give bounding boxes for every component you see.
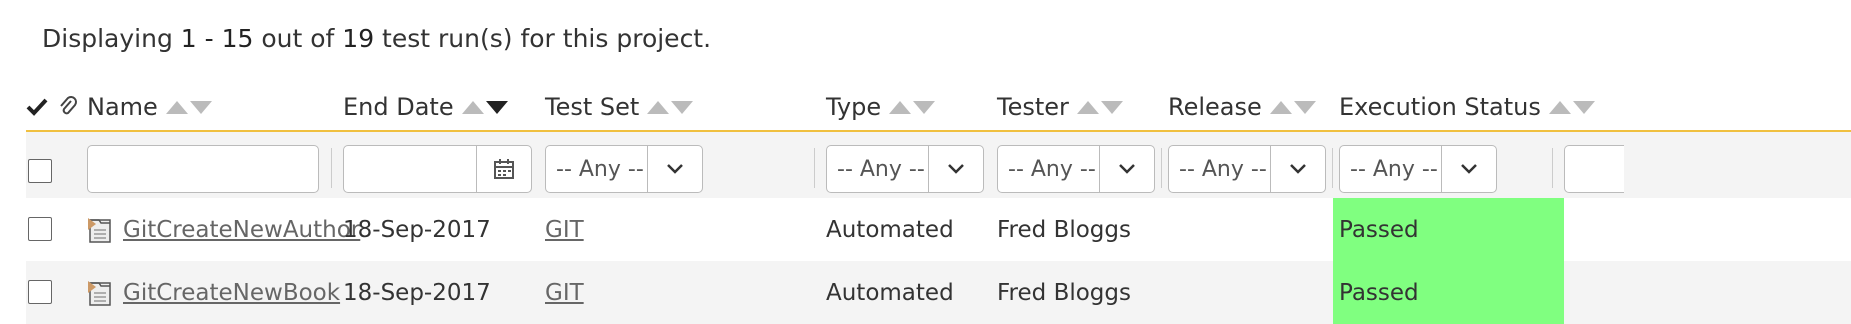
test-set-cell: GIT [545,198,584,261]
sort-asc-icon[interactable] [1548,100,1571,114]
results-summary: Displaying 1 - 15 out of 19 test run(s) … [42,24,712,53]
column-header-end-date[interactable]: End Date [343,84,508,130]
sort-execution-status[interactable] [1548,100,1595,114]
divider [1552,148,1553,188]
sort-type[interactable] [889,100,936,114]
sort-desc-icon[interactable] [485,100,508,114]
chevron-down-icon[interactable] [1099,146,1154,192]
sort-asc-icon[interactable] [1269,100,1292,114]
end-date-cell: 18-Sep-2017 [343,279,491,306]
sort-name[interactable] [165,100,212,114]
chevron-down-icon[interactable] [1270,146,1325,192]
sort-desc-icon[interactable] [1293,100,1316,114]
execution-status-badge: Passed [1333,261,1564,324]
table-row: GitCreateNewAuthor 18-Sep-2017 GIT Autom… [26,198,1851,261]
sort-tester[interactable] [1076,100,1123,114]
calendar-button[interactable] [476,146,531,192]
next-column-filter-select[interactable] [1564,145,1624,193]
test-set-link[interactable]: GIT [545,280,584,306]
test-set-link[interactable]: GIT [545,217,584,243]
divider [1332,148,1333,188]
row-checkbox[interactable] [28,217,52,241]
test-run-name-link[interactable]: GitCreateNewAuthor [123,217,360,243]
tester-filter-select[interactable]: -- Any -- [997,145,1155,193]
sort-asc-icon[interactable] [165,100,188,114]
type-cell: Automated [826,279,954,306]
test-run-name-link[interactable]: GitCreateNewBook [123,280,340,306]
test-runs-grid: Name End Date Test Set Type Tester Relea… [26,80,1851,324]
results-range: 1 - 15 [180,24,254,53]
test-run-file-icon [88,217,111,243]
sort-release[interactable] [1269,100,1316,114]
sort-desc-icon[interactable] [913,100,936,114]
table-row: GitCreateNewBook 18-Sep-2017 GIT Automat… [26,261,1851,324]
column-header-execution-status[interactable]: Execution Status [1339,84,1595,130]
column-header-name[interactable]: Name [87,84,212,130]
sort-asc-icon[interactable] [889,100,912,114]
column-header-release[interactable]: Release [1168,84,1316,130]
chevron-down-icon[interactable] [928,146,983,192]
end-date-input[interactable] [344,146,476,192]
select-all-column[interactable] [26,84,48,130]
select-all-checkbox[interactable] [28,159,52,183]
type-cell: Automated [826,216,954,243]
execution-status-badge: Passed [1333,198,1564,261]
paperclip-icon [60,96,77,115]
column-header-tester[interactable]: Tester [997,84,1123,130]
sort-desc-icon[interactable] [671,100,694,114]
row-checkbox[interactable] [28,280,52,304]
divider [331,148,332,188]
test-run-file-icon [88,280,111,306]
results-total: 19 [342,24,375,53]
execution-status-filter-select[interactable]: -- Any -- [1339,145,1497,193]
divider [814,148,815,188]
test-set-filter-select[interactable]: -- Any -- [545,145,703,193]
divider [1161,148,1162,188]
sort-asc-icon[interactable] [1076,100,1099,114]
column-header-test-set[interactable]: Test Set [545,84,694,130]
end-date-cell: 18-Sep-2017 [343,216,491,243]
chevron-down-icon[interactable] [647,146,702,192]
checkmark-icon[interactable] [26,97,48,117]
sort-desc-icon[interactable] [189,100,212,114]
chevron-down-icon[interactable] [1441,146,1496,192]
tester-cell: Fred Bloggs [997,279,1131,306]
end-date-filter[interactable] [343,145,532,193]
grid-header: Name End Date Test Set Type Tester Relea… [26,80,1851,132]
sort-desc-icon[interactable] [1100,100,1123,114]
test-set-cell: GIT [545,261,584,324]
sort-desc-icon[interactable] [1572,100,1595,114]
attachment-column [58,84,78,130]
release-filter-select[interactable]: -- Any -- [1168,145,1326,193]
calendar-icon[interactable] [493,158,515,180]
name-filter-input[interactable] [87,145,319,193]
sort-end-date[interactable] [461,100,508,114]
filter-row: -- Any -- -- Any -- -- Any -- -- Any -- … [26,132,1851,198]
name-cell: GitCreateNewBook [87,261,340,324]
name-cell: GitCreateNewAuthor [87,198,360,261]
type-filter-select[interactable]: -- Any -- [826,145,984,193]
column-header-type[interactable]: Type [826,84,936,130]
sort-asc-icon[interactable] [461,100,484,114]
tester-cell: Fred Bloggs [997,216,1131,243]
sort-asc-icon[interactable] [647,100,670,114]
sort-test-set[interactable] [647,100,694,114]
